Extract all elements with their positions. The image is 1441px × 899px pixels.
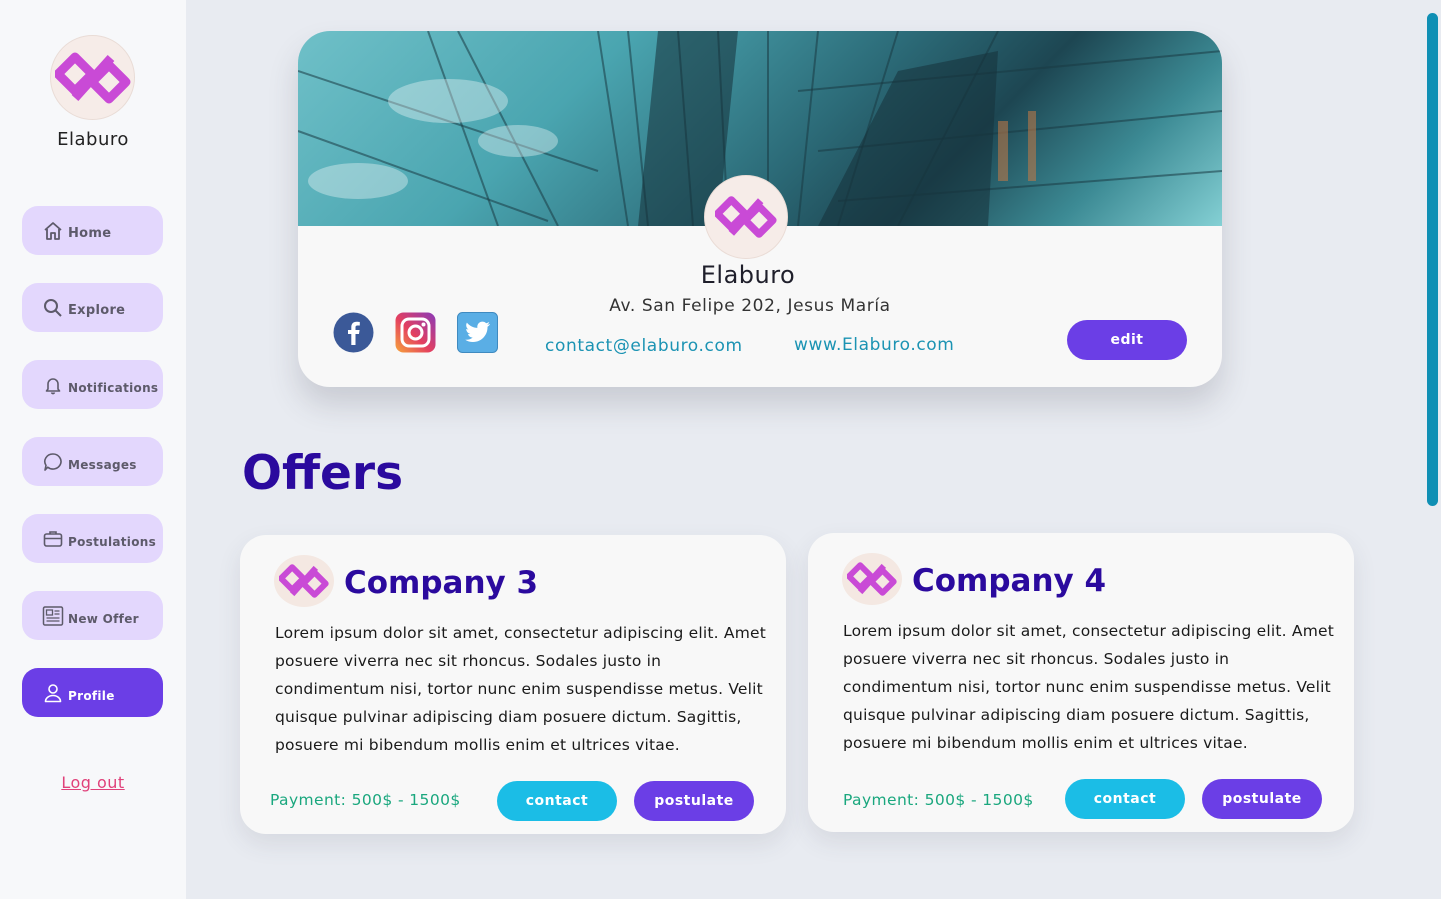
instagram-icon[interactable] <box>395 312 436 353</box>
postulate-button[interactable]: postulate <box>1202 779 1322 819</box>
company-logo-icon <box>847 562 897 596</box>
postulate-button[interactable]: postulate <box>634 781 754 821</box>
edit-button[interactable]: edit <box>1067 320 1187 360</box>
offer-description: Lorem ipsum dolor sit amet, consectetur … <box>275 624 767 754</box>
elaburo-logo-icon <box>54 52 130 103</box>
offer-card: Company 4 Lorem ipsum dolor sit amet, co… <box>808 533 1354 832</box>
sidebar-item-explore[interactable]: Explore <box>22 283 163 332</box>
sidebar-item-profile[interactable]: Profile <box>22 668 163 717</box>
search-icon <box>42 297 64 319</box>
profile-card: Elaburo Av. San Felipe 202, Jesus María … <box>298 31 1222 387</box>
sidebar-item-notifications[interactable]: Notifications <box>22 360 163 409</box>
facebook-icon[interactable] <box>333 312 374 353</box>
sidebar-item-label: New Offer <box>68 611 139 626</box>
payment-range: Payment: 500$ - 1500$ <box>270 791 461 809</box>
sidebar-item-label: Notifications <box>68 380 159 395</box>
offers-title: Offers <box>242 446 404 501</box>
sidebar: Elaburo Home Explore Notifications Messa… <box>0 0 186 899</box>
elaburo-logo-icon <box>715 196 777 238</box>
sidebar-item-home[interactable]: Home <box>22 206 163 255</box>
logout-link[interactable]: Log out <box>0 773 186 792</box>
contact-button[interactable]: contact <box>1065 779 1185 819</box>
profile-avatar[interactable] <box>704 175 788 259</box>
contact-button[interactable]: contact <box>497 781 617 821</box>
newspaper-icon <box>42 605 64 627</box>
scrollbar-thumb[interactable] <box>1427 13 1438 506</box>
brand-logo[interactable] <box>50 35 135 120</box>
offer-card: Company 3 Lorem ipsum dolor sit amet, co… <box>240 535 786 834</box>
sidebar-item-label: Home <box>68 226 112 241</box>
payment-range: Payment: 500$ - 1500$ <box>843 791 1034 809</box>
company-name: Company 4 <box>912 563 1107 599</box>
home-icon <box>42 220 64 242</box>
sidebar-item-label: Explore <box>68 303 126 318</box>
briefcase-icon <box>42 528 64 550</box>
sidebar-item-messages[interactable]: Messages <box>22 437 163 486</box>
company-logo-icon <box>279 564 329 598</box>
company-name: Company 3 <box>344 565 539 601</box>
sidebar-item-label: Profile <box>68 688 115 703</box>
email-link[interactable]: contact@elaburo.com <box>545 336 743 356</box>
user-icon <box>42 682 64 704</box>
profile-name: Elaburo <box>700 261 796 289</box>
sidebar-item-postulations[interactable]: Postulations <box>22 514 163 563</box>
brand-name: Elaburo <box>57 129 129 150</box>
sidebar-item-label: Postulations <box>68 534 157 549</box>
company-logo <box>842 553 902 605</box>
offer-description: Lorem ipsum dolor sit amet, consectetur … <box>843 622 1335 752</box>
sidebar-item-new-offer[interactable]: New Offer <box>22 591 163 640</box>
bell-icon <box>42 374 64 396</box>
chat-bubble-icon <box>42 451 64 473</box>
sidebar-item-label: Messages <box>68 457 137 472</box>
website-link[interactable]: www.Elaburo.com <box>794 335 954 355</box>
twitter-icon[interactable] <box>457 312 498 353</box>
company-logo <box>274 555 334 607</box>
